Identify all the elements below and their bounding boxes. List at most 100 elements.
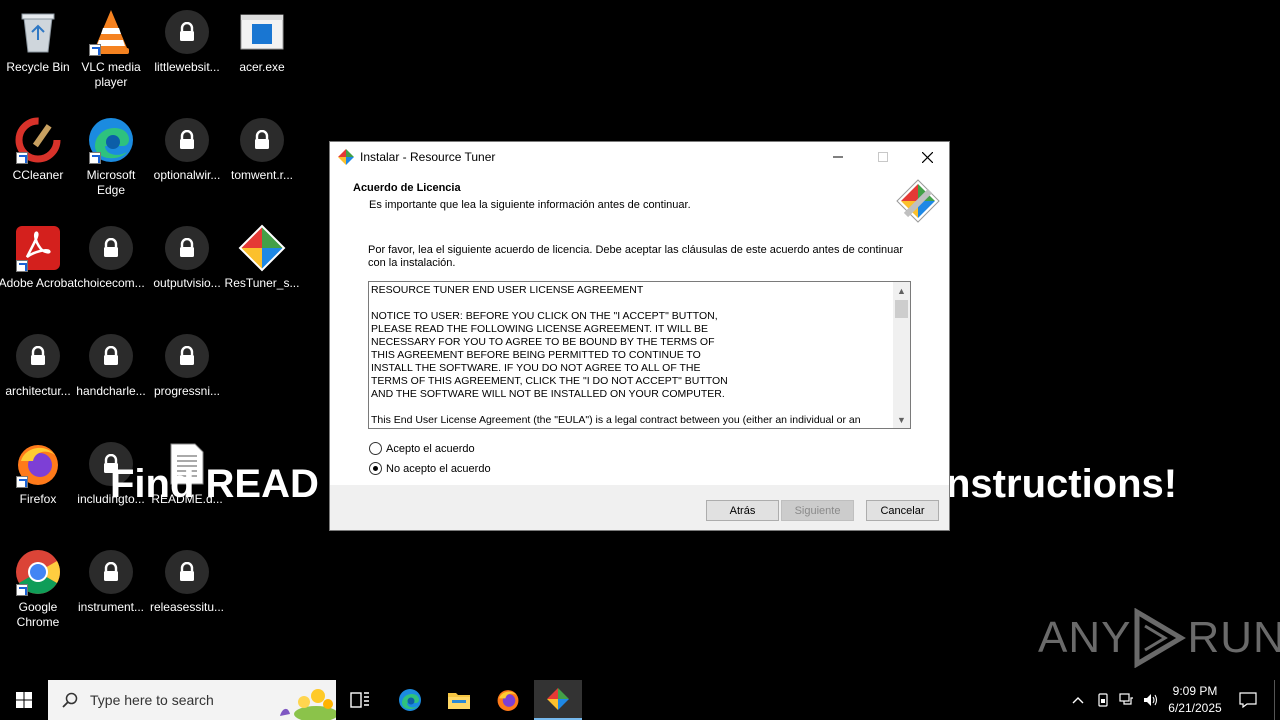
desktop-icon-littlewebsit[interactable]: littlewebsit... [149, 8, 225, 75]
desktop-icon-tomwent[interactable]: tomwent.r... [224, 116, 300, 183]
page-subheading: Es importante que lea la siguiente infor… [369, 199, 691, 211]
taskbar-clock[interactable]: 9:09 PM 6/21/2025 [1160, 683, 1230, 717]
wizard-body: Por favor, lea el siguiente acuerdo de l… [330, 232, 949, 485]
lock-icon [163, 8, 211, 56]
desktop-icon-label: CCleaner [12, 168, 64, 182]
task-view-button[interactable] [336, 680, 384, 720]
desktop-icon-label: architectur... [5, 384, 71, 398]
folder-icon [448, 693, 470, 709]
lock-icon [87, 224, 135, 272]
scroll-down-icon[interactable]: ▼ [893, 411, 910, 428]
tray-device-button[interactable] [1093, 680, 1113, 720]
task-view-icon [350, 692, 369, 708]
desktop-icon-releasessitu[interactable]: releasessitu... [149, 548, 225, 615]
scroll-thumb[interactable] [895, 300, 908, 318]
desktop-icon-choicecom[interactable]: choicecom... [73, 224, 149, 291]
desktop-icon-label: optionalwir... [153, 168, 221, 182]
tray-network-button[interactable] [1116, 680, 1138, 720]
clock-time: 9:09 PM [1172, 684, 1218, 698]
radio-accept-circle[interactable] [369, 442, 382, 455]
desktop-icon-progressni[interactable]: progressni... [149, 332, 225, 399]
lock-icon [87, 332, 135, 380]
watermark-text-right: RUN [1187, 613, 1280, 662]
desktop-icon-label: instrument... [77, 600, 145, 614]
edge-icon [87, 116, 135, 164]
search-placeholder: Type here to search [90, 692, 214, 708]
instructions-text: Por favor, lea el siguiente acuerdo de l… [368, 244, 904, 269]
desktop-icon-outputvisio[interactable]: outputvisio... [149, 224, 225, 291]
window-title: Instalar - Resource Tuner [360, 150, 496, 164]
taskbar-firefox[interactable] [484, 680, 532, 720]
page-heading: Acuerdo de Licencia [353, 182, 461, 194]
maximize-button [860, 142, 905, 172]
minimize-button[interactable] [815, 142, 860, 172]
show-desktop-divider[interactable] [1274, 680, 1275, 720]
shortcut-arrow-icon [16, 260, 28, 272]
desktop-icon-acer-exe[interactable]: acer.exe [224, 8, 300, 75]
tray-volume-button[interactable] [1140, 680, 1162, 720]
desktop-icon-google-chrome[interactable]: Google Chrome [0, 548, 76, 630]
exe-icon [238, 8, 286, 56]
maximize-icon [877, 152, 888, 162]
next-button: Siguiente [781, 500, 854, 521]
title-bar[interactable]: Instalar - Resource Tuner [330, 142, 949, 172]
shortcut-arrow-icon [16, 584, 28, 596]
back-button[interactable]: Atrás [706, 500, 779, 521]
cancel-button[interactable]: Cancelar [866, 500, 939, 521]
accept-radio[interactable]: Acepto el acuerdo [369, 442, 475, 455]
shortcut-arrow-icon [16, 152, 28, 164]
desktop-icon-label: releasessitu... [149, 600, 225, 614]
radio-decline-circle[interactable] [369, 462, 382, 475]
clock-date: 6/21/2025 [1168, 701, 1222, 715]
desktop-icon-microsoft-edge[interactable]: Microsoft Edge [73, 116, 149, 198]
volume-icon [1144, 694, 1158, 706]
search-highlight-flowers-icon [280, 689, 336, 720]
desktop-icon-handcharle[interactable]: handcharle... [73, 332, 149, 399]
desktop-icon-architectur[interactable]: architectur... [0, 332, 76, 399]
desktop-icon-vlc[interactable]: VLC media player [73, 8, 149, 90]
play-logo-icon [1134, 608, 1187, 668]
taskbar-resource-tuner[interactable] [534, 680, 582, 720]
desktop-icon-firefox[interactable]: Firefox [0, 440, 76, 507]
watermark-text-left: ANY [1038, 613, 1132, 662]
network-icon [1119, 693, 1133, 705]
desktop-icon-adobe-acrobat[interactable]: Adobe Acrobat [0, 224, 78, 291]
anyrun-watermark: ANY RUN [1038, 608, 1280, 668]
close-button[interactable] [905, 142, 950, 172]
windows-logo-icon [16, 692, 32, 708]
desktop-icon-restuner[interactable]: ResTuner_s... [224, 224, 300, 291]
minimize-icon [832, 156, 843, 158]
desktop-icon-optionalwir[interactable]: optionalwir... [149, 116, 225, 183]
desktop-icon-recycle-bin[interactable]: Recycle Bin [0, 8, 76, 75]
taskbar-file-explorer[interactable] [435, 680, 483, 720]
accept-radio-label[interactable]: Acepto el acuerdo [386, 443, 475, 455]
decline-radio-label[interactable]: No acepto el acuerdo [386, 463, 491, 475]
desktop-icon-label: Adobe Acrobat [0, 276, 78, 290]
desktop-icon-label: progressni... [153, 384, 221, 398]
lock-icon [163, 332, 211, 380]
edge-icon [399, 689, 421, 711]
desktop-icon-label: littlewebsit... [154, 60, 220, 74]
license-scrollbar[interactable]: ▲ ▼ [893, 282, 910, 428]
acrobat-icon [14, 224, 62, 272]
resource-tuner-logo-icon [896, 179, 940, 223]
close-icon [922, 151, 933, 163]
taskbar-edge[interactable] [386, 680, 434, 720]
wallpaper-text-left: Find READ [110, 462, 319, 506]
scroll-up-icon[interactable]: ▲ [893, 282, 910, 299]
shortcut-arrow-icon [16, 476, 28, 488]
desktop-icon-ccleaner[interactable]: CCleaner [0, 116, 76, 183]
license-textbox[interactable]: RESOURCE TUNER END USER LICENSE AGREEMEN… [368, 281, 911, 429]
wizard-header: Acuerdo de Licencia Es importante que le… [330, 172, 949, 232]
show-hidden-icons-button[interactable] [1068, 680, 1088, 720]
notifications-button[interactable] [1234, 680, 1262, 720]
lock-icon [87, 548, 135, 596]
taskbar-search-box[interactable]: Type here to search [48, 680, 336, 720]
desktop-icon-label: outputvisio... [153, 276, 221, 290]
desktop-icon-label: acer.exe [239, 60, 285, 74]
start-button[interactable] [0, 680, 48, 720]
desktop-icon-instrument[interactable]: instrument... [73, 548, 149, 615]
installer-window: Instalar - Resource Tuner Acuerdo de Lic… [329, 141, 950, 531]
decline-radio[interactable]: No acepto el acuerdo [369, 462, 491, 475]
wallpaper-text-right: nstructions! [946, 462, 1178, 506]
